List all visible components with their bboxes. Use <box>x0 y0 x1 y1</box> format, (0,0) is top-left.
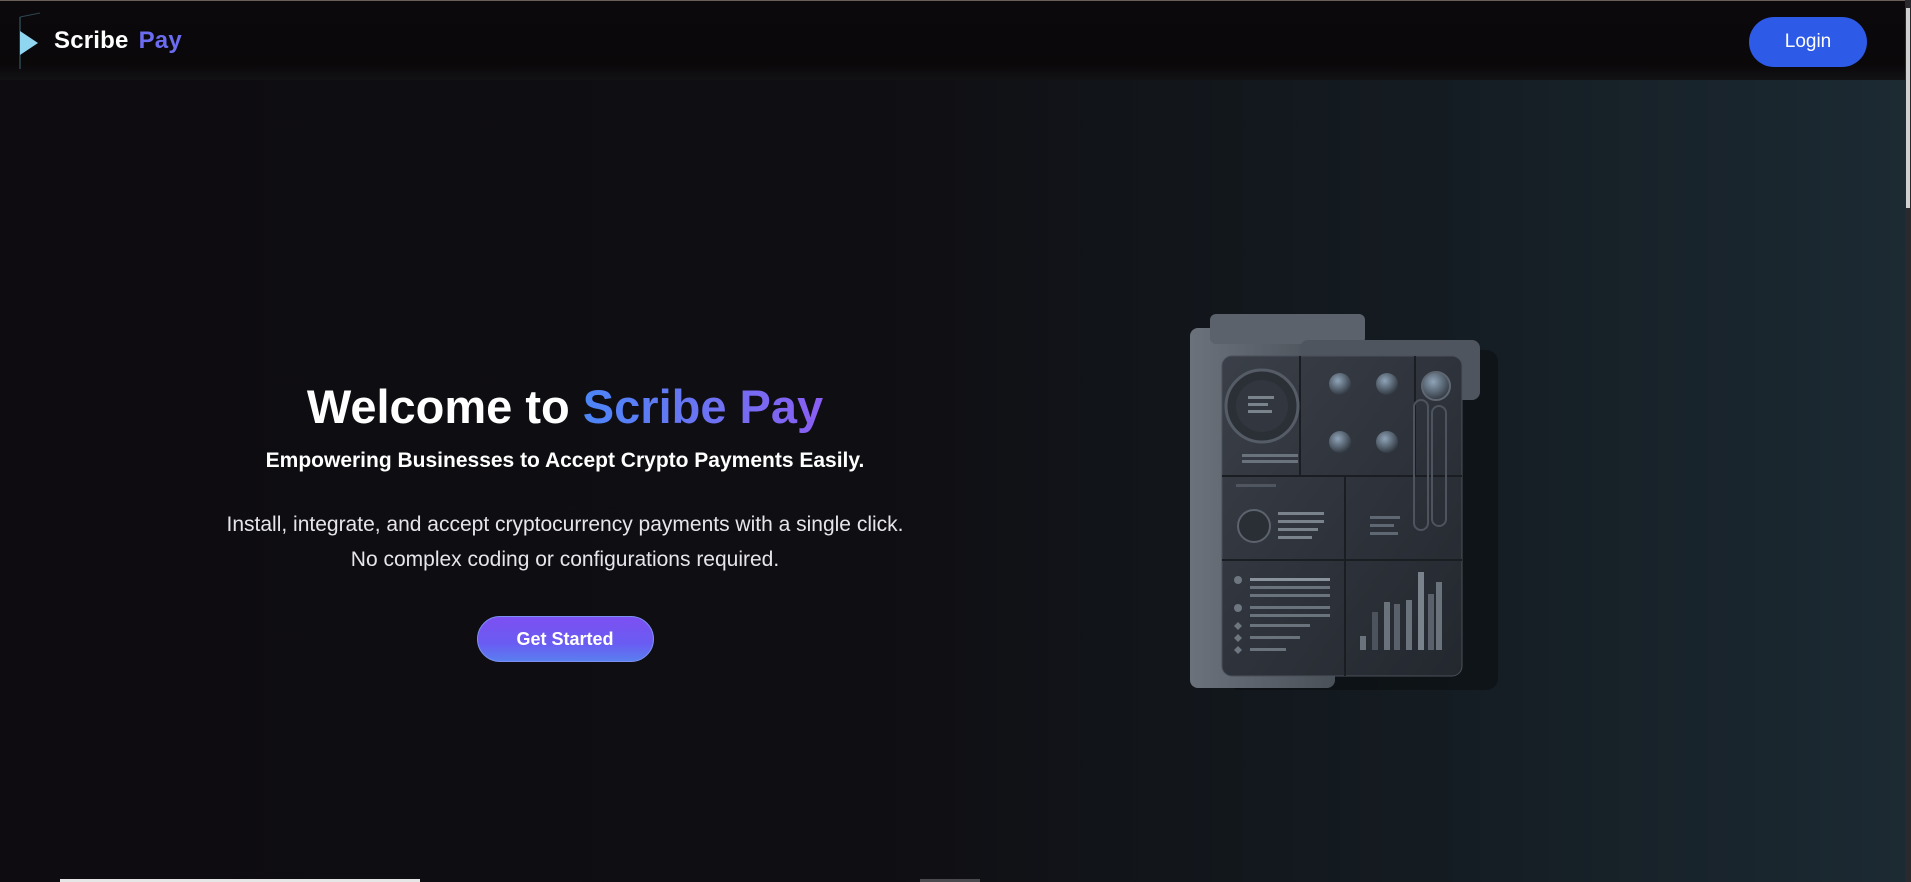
scrollbar-thumb[interactable] <box>1906 8 1910 208</box>
brand-word-pay: Pay <box>138 27 182 54</box>
brand-name: Scribe Pay <box>54 27 182 55</box>
brand-word-scribe: Scribe <box>54 27 129 54</box>
hero-subtitle: Empowering Businesses to Accept Crypto P… <box>265 449 865 472</box>
get-started-button[interactable]: Get Started <box>476 616 654 662</box>
hero-title-highlight: Scribe Pay <box>582 380 824 433</box>
play-triangle-icon <box>18 11 46 71</box>
hero-description-line-2: No complex coding or configurations requ… <box>350 548 780 571</box>
login-button[interactable]: Login <box>1749 17 1867 67</box>
hero-title: Welcome to Scribe Pay <box>160 375 970 439</box>
hero-description-line-1: Install, integrate, and accept cryptocur… <box>226 513 904 536</box>
top-navbar: Scribe Pay Login <box>0 0 1911 80</box>
landing-page: Scribe Pay Login Welcome to Scribe Pay Em… <box>0 0 1911 882</box>
brand-logo[interactable]: Scribe Pay <box>18 11 182 71</box>
hero-description: Install, integrate, and accept cryptocur… <box>160 507 970 577</box>
hero-title-prefix: Welcome to <box>306 380 583 433</box>
hero-section: Welcome to Scribe Pay Empowering Busines… <box>160 375 970 662</box>
payment-dashboard-illustration <box>1180 310 1510 700</box>
